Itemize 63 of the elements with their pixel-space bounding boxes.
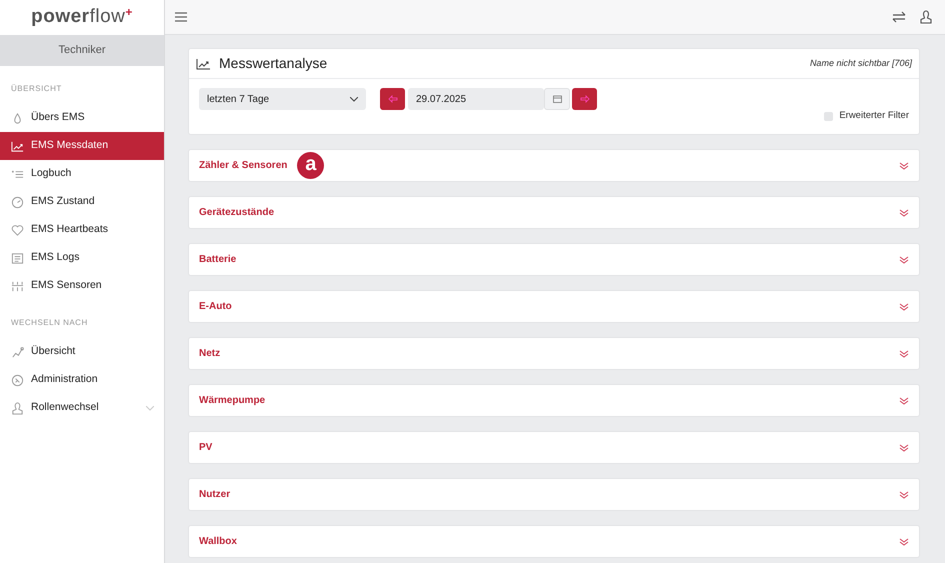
- line-chart-icon: [196, 58, 211, 70]
- logo: powerflow$^{+}$: [31, 4, 133, 30]
- chevron-down-icon: [350, 96, 358, 102]
- arrow-right-icon: [580, 95, 590, 103]
- double-chevron-down-icon[interactable]: [899, 162, 909, 170]
- sidebar-item[interactable]: Rollenwechsel: [0, 394, 164, 422]
- sidebar-item[interactable]: EMS Sensoren: [0, 272, 164, 300]
- swap-arrows-icon[interactable]: [892, 11, 906, 23]
- section-title: Zähler & Sensoren: [199, 159, 288, 173]
- checkbox[interactable]: [824, 112, 834, 121]
- calendar-button[interactable]: [544, 88, 570, 110]
- section-header[interactable]: Nutzer: [188, 478, 920, 511]
- section-title: PV: [199, 441, 212, 455]
- menu-icon[interactable]: [175, 12, 187, 22]
- section-header[interactable]: Netz: [188, 337, 920, 370]
- section-heading: ÜBERSICHT: [10, 83, 63, 95]
- calendar-icon: [552, 95, 562, 103]
- marker-badge: a: [297, 152, 324, 179]
- section-header[interactable]: PV: [188, 431, 920, 464]
- section-header[interactable]: Wärmepumpe: [188, 384, 920, 417]
- section-header[interactable]: Wallbox: [188, 525, 920, 558]
- double-chevron-down-icon[interactable]: [899, 490, 909, 498]
- sidebar-item[interactable]: Logbuch: [0, 160, 164, 188]
- role-bar: Techniker: [0, 35, 164, 66]
- double-chevron-down-icon[interactable]: [899, 396, 909, 404]
- chart-icon: [11, 140, 24, 152]
- sidebar-item[interactable]: EMS Logs: [0, 244, 164, 272]
- nodes-icon: [11, 346, 24, 358]
- sidebar-item[interactable]: EMS Messdaten: [0, 132, 164, 160]
- range-dropdown[interactable]: letzten 7 Tage: [199, 88, 366, 110]
- section-title: Batterie: [199, 253, 236, 267]
- sidebar-item[interactable]: Übers EMS: [0, 104, 164, 132]
- section-heading: WECHSELN NACH: [10, 317, 89, 329]
- double-chevron-down-icon[interactable]: [899, 208, 909, 216]
- double-chevron-down-icon[interactable]: [899, 350, 909, 358]
- section-title: Netz: [199, 347, 220, 361]
- double-chevron-down-icon[interactable]: [899, 444, 909, 452]
- sidebar-item[interactable]: EMS Zustand: [0, 188, 164, 216]
- section-title: Wärmepumpe: [199, 394, 266, 408]
- double-chevron-down-icon[interactable]: [899, 302, 909, 310]
- doc-icon: [11, 252, 24, 264]
- section-header[interactable]: Batterie: [188, 243, 920, 276]
- name-note: Name nicht sichtbar [706]: [810, 56, 912, 70]
- section-title: E-Auto: [199, 300, 232, 314]
- section-title: Gerätezustände: [199, 206, 274, 220]
- section-title: Nutzer: [199, 488, 230, 502]
- section-header[interactable]: Zähler & Sensoren a: [188, 149, 920, 182]
- section-header[interactable]: Gerätezustände: [188, 196, 920, 229]
- filter-label: Erweiterter Filter: [839, 108, 909, 123]
- section-header[interactable]: E-Auto: [188, 290, 920, 323]
- sidebar-item[interactable]: EMS Heartbeats: [0, 216, 164, 244]
- double-chevron-down-icon[interactable]: [899, 256, 909, 264]
- gauge-icon: [11, 196, 24, 208]
- arrow-left-icon: [388, 95, 398, 103]
- user-icon[interactable]: [920, 10, 932, 24]
- double-chevron-down-icon[interactable]: [899, 538, 909, 546]
- sidebar-item[interactable]: Administration: [0, 366, 164, 394]
- sidebar-item[interactable]: Übersicht: [0, 338, 164, 366]
- heart-icon: [11, 224, 24, 236]
- date-field[interactable]: 29.07.2025: [408, 88, 544, 110]
- user-icon: [11, 402, 24, 414]
- section-title: Wallbox: [199, 535, 237, 549]
- panel-title: Messwertanalyse: [219, 54, 328, 73]
